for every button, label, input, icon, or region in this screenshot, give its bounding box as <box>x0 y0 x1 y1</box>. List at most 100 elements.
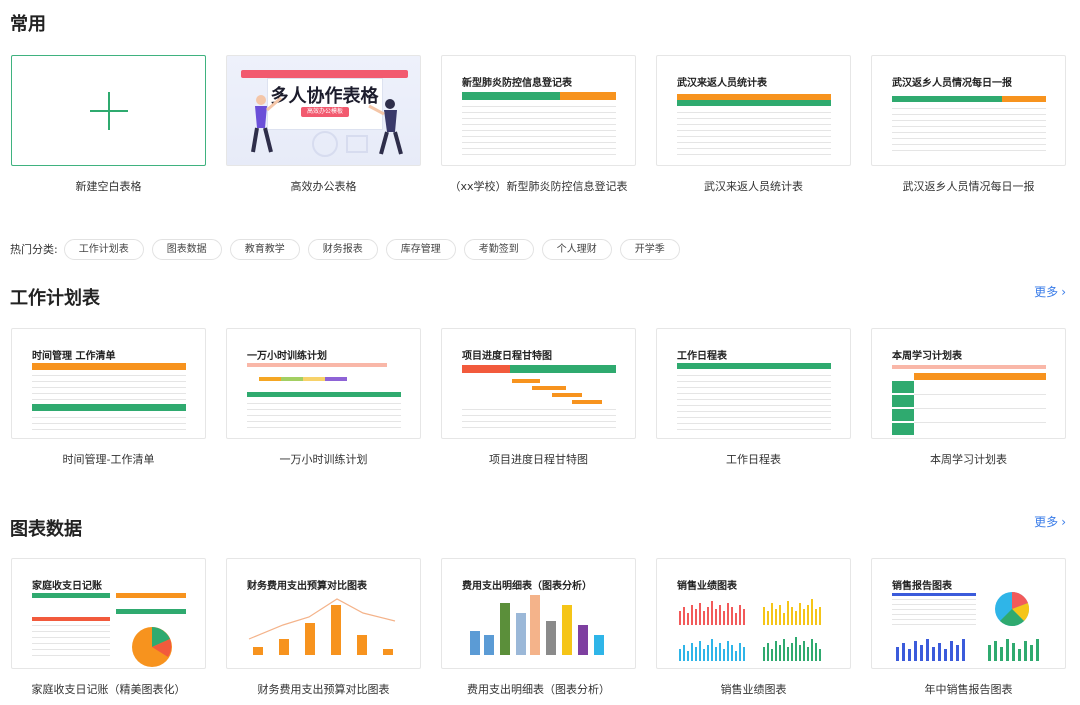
card-wuhan-return[interactable]: 武汉来返人员统计表 武汉来返人员统计表 <box>656 55 851 194</box>
chip-personal-finance[interactable]: 个人理财 <box>541 238 612 260</box>
card-label: 武汉返乡人员情况每日一报 <box>902 180 1035 193</box>
table-line <box>677 387 831 388</box>
table-header-green <box>116 609 186 614</box>
chip-work-plan[interactable]: 工作计划表 <box>63 238 144 260</box>
bar-mark <box>470 631 480 655</box>
thumb-sales-report[interactable]: 销售报告图表 <box>871 558 1066 669</box>
thumb-wuhan-return[interactable]: 武汉来返人员统计表 <box>656 55 851 166</box>
thumb-time-management[interactable]: 时间管理 工作清单 <box>11 328 206 439</box>
card-new-blank[interactable]: 新建空白表格 <box>11 55 206 194</box>
more-label: 更多 <box>1034 515 1059 529</box>
legend-green <box>281 377 303 381</box>
table-line <box>462 136 616 137</box>
row-head-green <box>892 381 914 393</box>
thumb-budget-compare[interactable]: 财务费用支出预算对比图表 <box>226 558 421 669</box>
table-line <box>677 411 831 412</box>
card-time-management[interactable]: 时间管理 工作清单 时间管理-工作清单 <box>11 328 206 467</box>
section-title-charts: 图表数据 <box>10 519 82 540</box>
thumb-title: 时间管理 工作清单 <box>32 351 116 362</box>
gantt-header-red <box>462 365 510 373</box>
thumb-epidemic-form[interactable]: 新型肺炎防控信息登记表 <box>441 55 636 166</box>
table-line <box>892 120 1046 121</box>
table-header-orange <box>32 363 186 370</box>
card-sales-report[interactable]: 销售报告图表 年中销售报告图表 <box>871 558 1066 697</box>
card-sales-performance[interactable]: 销售业绩图表 销售业绩图表 <box>656 558 851 697</box>
card-label: 武汉来返人员统计表 <box>704 180 803 193</box>
bar-mark <box>530 595 540 655</box>
table-line <box>32 417 186 418</box>
thumb-gantt[interactable]: 项目进度日程甘特图 <box>441 328 636 439</box>
bar-mark <box>578 625 588 655</box>
gantt-header-green <box>510 365 616 373</box>
chip-chart-data[interactable]: 图表数据 <box>151 238 222 260</box>
table-header-green <box>677 363 831 369</box>
card-budget-compare[interactable]: 财务费用支出预算对比图表 财务费用支出预算对比图表 <box>226 558 421 697</box>
thumb-household-ledger[interactable]: 家庭收支日记账 <box>11 558 206 669</box>
sales-bars-chart <box>679 599 821 661</box>
card-efficient-office[interactable]: 多人协作表格 高效办公模板 高效办公表格 <box>226 55 421 194</box>
chip-inventory[interactable]: 库存管理 <box>385 238 456 260</box>
card-10000-hours[interactable]: 一万小时训练计划 一万小时训练计划 <box>226 328 421 467</box>
thumb-banner[interactable]: 多人协作表格 高效办公模板 <box>226 55 421 166</box>
pie-chart-icon <box>132 627 172 667</box>
hot-label: 热门分类: <box>10 243 58 256</box>
card-work-schedule[interactable]: 工作日程表 工作日程表 <box>656 328 851 467</box>
card-label: 本周学习计划表 <box>930 453 1007 466</box>
card-wuhan-daily[interactable]: 武汉返乡人员情况每日一报 武汉返乡人员情况每日一报 <box>871 55 1066 194</box>
thumb-title: 财务费用支出预算对比图表 <box>247 581 367 592</box>
table-line <box>462 154 616 155</box>
thumb-sales-performance[interactable]: 销售业绩图表 <box>656 558 851 669</box>
more-link-work-plan[interactable]: 更多 › <box>1034 283 1066 300</box>
card-epidemic-form[interactable]: 新型肺炎防控信息登记表 （xx学校）新型肺炎防控信息登记表 <box>441 55 636 194</box>
thumb-title: 一万小时训练计划 <box>247 351 327 362</box>
table-line <box>677 154 831 155</box>
thumb-work-schedule[interactable]: 工作日程表 <box>656 328 851 439</box>
table-line <box>32 393 186 394</box>
card-gantt[interactable]: 项目进度日程甘特图 项目进度日程甘特图 <box>441 328 636 467</box>
thumb-title: 武汉来返人员统计表 <box>677 78 767 89</box>
chip-finance[interactable]: 财务报表 <box>307 238 378 260</box>
thumb-weekly-study[interactable]: 本周学习计划表 <box>871 328 1066 439</box>
row-charts: 家庭收支日记账 家庭收支日记账（精美图表化） 财务费用支出预算对比图表 财务费用… <box>11 558 1071 698</box>
thumb-expense-detail[interactable]: 费用支出明细表（图表分析） <box>441 558 636 669</box>
chevron-right-icon: › <box>1061 285 1066 299</box>
table-line <box>677 423 831 424</box>
chip-education[interactable]: 教育教学 <box>229 238 300 260</box>
card-label: 工作日程表 <box>726 453 781 466</box>
row-head-green <box>892 423 914 435</box>
card-expense-detail[interactable]: 费用支出明细表（图表分析） 费用支出明细表（图表分析） <box>441 558 636 697</box>
thumb-title: 家庭收支日记账 <box>32 581 102 592</box>
table-line <box>892 126 1046 127</box>
table-line <box>677 148 831 149</box>
gantt-task-bar <box>552 393 582 397</box>
card-label: 项目进度日程甘特图 <box>489 453 588 466</box>
table-line <box>914 394 1046 395</box>
chip-attendance[interactable]: 考勤签到 <box>463 238 534 260</box>
row-work-plan: 时间管理 工作清单 时间管理-工作清单 一万小时训练计划 一万小时训练计划 项目… <box>11 328 1071 468</box>
table-header-orange <box>1002 96 1046 102</box>
bar-mark <box>500 603 510 655</box>
table-line <box>32 375 186 376</box>
table-line <box>892 624 976 625</box>
bar-mark <box>484 635 494 655</box>
note-bar <box>247 363 387 367</box>
thumb-wuhan-daily[interactable]: 武汉返乡人员情况每日一报 <box>871 55 1066 166</box>
table-header-orange <box>914 373 1046 380</box>
thumb-title: 新型肺炎防控信息登记表 <box>462 78 572 89</box>
table-line <box>462 148 616 149</box>
table-line <box>32 387 186 388</box>
table-line <box>32 625 110 626</box>
thumb-10000-hours[interactable]: 一万小时训练计划 <box>226 328 421 439</box>
thumb-new-blank[interactable] <box>11 55 206 166</box>
table-line <box>892 619 976 620</box>
card-weekly-study[interactable]: 本周学习计划表 本周学习计划表 <box>871 328 1066 467</box>
table-line <box>247 409 401 410</box>
chip-school-season[interactable]: 开学季 <box>619 238 680 260</box>
table-line <box>892 132 1046 133</box>
card-household-ledger[interactable]: 家庭收支日记账 家庭收支日记账（精美图表化） <box>11 558 206 697</box>
bar-mark <box>279 639 289 655</box>
card-label: 费用支出明细表（图表分析） <box>467 683 610 696</box>
more-link-charts[interactable]: 更多 › <box>1034 513 1066 530</box>
table-header-green <box>247 392 401 397</box>
bar-mark <box>562 605 572 655</box>
